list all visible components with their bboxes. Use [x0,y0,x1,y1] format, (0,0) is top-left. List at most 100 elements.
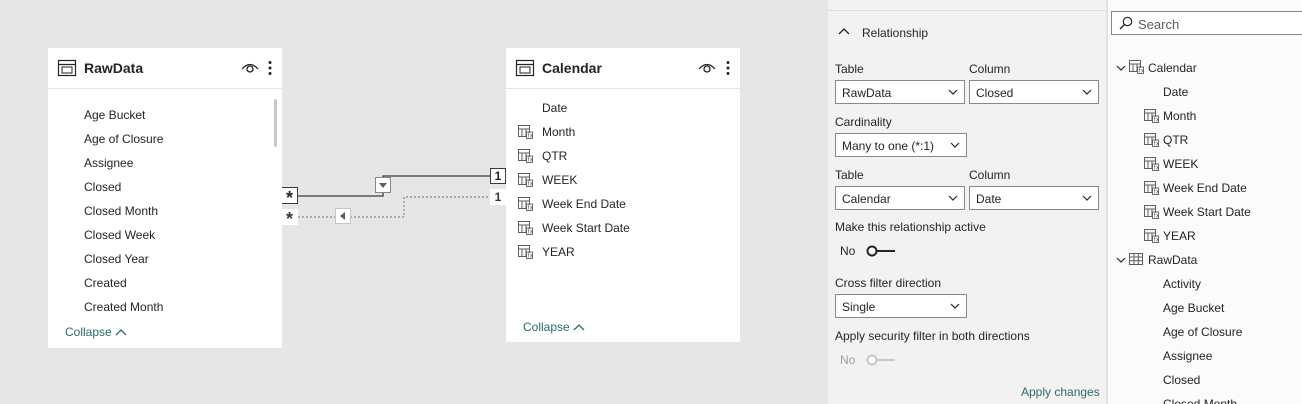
column2-dropdown[interactable]: Date [969,186,1099,210]
field-item[interactable]: fx WEEK [506,168,726,192]
field-item[interactable]: fx Week End Date [506,192,726,216]
field-item[interactable]: fx QTR [506,144,726,168]
tree-field-item[interactable]: Age of Closure [1108,320,1302,344]
table1-label: Table [835,62,864,76]
field-label: Closed [84,180,122,194]
calculated-column-icon: fx [518,125,533,139]
chevron-down-icon [1082,195,1092,201]
calendar-table-card[interactable]: Calendar Date fx Month fx QTR fx WEEK fx Week En… [506,48,740,342]
field-label: Age Bucket [84,108,146,122]
tree-table-label: Calendar [1148,61,1197,75]
field-item[interactable]: fx Week Start Date [506,216,726,240]
tree-field-item[interactable]: Age Bucket [1108,296,1302,320]
tree-field-item[interactable]: Activity [1108,272,1302,296]
chevron-down-icon [1082,89,1092,95]
tree-field-label: Assignee [1163,349,1213,363]
field-item[interactable]: Age Bucket [48,103,268,127]
field-item[interactable]: Created [48,271,268,295]
filter-direction-down-icon[interactable] [375,177,391,193]
tree-field-item[interactable]: Date [1108,80,1302,104]
field-item[interactable]: fx Month [506,120,726,144]
tree-table-rawdata[interactable]: RawData [1108,248,1302,272]
calculated-table-icon: fx [1129,60,1144,74]
calendar-field-list[interactable]: Date fx Month fx QTR fx WEEK fx Week End Date fx W… [506,96,740,276]
field-item[interactable]: Created Month [48,295,268,315]
eye-icon[interactable] [698,61,716,75]
field-label: Week Start Date [542,221,630,235]
cardinality-dropdown[interactable]: Many to one (*:1) [835,133,967,157]
calculated-column-icon: fx [1144,229,1159,243]
chevron-down-icon [948,89,958,95]
chevron-up-icon[interactable] [838,27,850,35]
field-label: Month [542,125,576,139]
tree-field-item[interactable]: fx Week Start Date [1108,200,1302,224]
column1-label: Column [969,62,1011,76]
tree-field-item[interactable]: fx Week End Date [1108,176,1302,200]
section-title[interactable]: Relationship [862,26,928,40]
tree-field-label: QTR [1163,133,1189,147]
tree-field-item[interactable]: Closed Month [1108,392,1302,404]
calculated-column-icon: fx [1144,181,1159,195]
table1-value: RawData [842,86,892,100]
field-item[interactable]: Closed [48,175,268,199]
chevron-down-icon [950,303,960,309]
field-item[interactable]: Assignee [48,151,268,175]
calculated-column-icon: fx [1144,109,1159,123]
field-item[interactable]: Closed Year [48,247,268,271]
column1-dropdown[interactable]: Closed [969,80,1099,104]
chevron-down-icon[interactable] [1116,257,1126,264]
eye-icon[interactable] [241,61,259,75]
security-toggle[interactable] [866,354,896,366]
crossfilter-label: Cross filter direction [835,276,942,290]
calculated-column-icon: fx [518,149,533,163]
security-label: Apply security filter in both directions [835,329,1030,343]
field-item[interactable]: Date [506,96,726,120]
chevron-down-icon [948,195,958,201]
field-item[interactable]: fx YEAR [506,240,726,264]
rawdata-table-card[interactable]: RawData Age Bucket Age of Closure Assignee… [48,48,282,348]
apply-changes-button[interactable]: Apply changes [1021,385,1100,399]
chevron-down-icon [950,142,960,148]
svg-text:fx: fx [528,253,533,259]
svg-text:fx: fx [528,229,533,235]
scrollbar-thumb[interactable] [274,99,277,147]
active-toggle[interactable] [866,245,896,257]
tree-field-item[interactable]: fx YEAR [1108,224,1302,248]
filter-direction-left-icon[interactable] [335,208,351,224]
more-options-icon[interactable] [267,60,273,76]
collapse-button[interactable]: Collapse [523,320,585,334]
table1-dropdown[interactable]: RawData [835,80,965,104]
field-label: WEEK [542,173,578,187]
relationship-one-marker-active: 1 [490,168,506,184]
tree-field-item[interactable]: Closed [1108,368,1302,392]
chevron-down-icon[interactable] [1116,65,1126,72]
divider [828,10,1106,11]
calculated-column-icon: fx [1144,205,1159,219]
search-input[interactable]: Search [1111,11,1302,35]
relationship-one-marker-inactive: 1 [490,189,506,205]
tree-field-item[interactable]: fx WEEK [1108,152,1302,176]
crossfilter-dropdown[interactable]: Single [835,294,967,318]
tree-field-label: WEEK [1163,157,1199,171]
tree-table-calendar[interactable]: fx Calendar [1108,56,1302,80]
field-label: Closed Month [84,204,159,218]
column1-value: Closed [976,86,1014,100]
rawdata-field-list[interactable]: Age Bucket Age of Closure Assignee Closed Cl… [48,89,282,315]
tree-field-item[interactable]: fx QTR [1108,128,1302,152]
tree-field-item[interactable]: Assignee [1108,344,1302,368]
table-icon [515,59,535,77]
table2-dropdown[interactable]: Calendar [835,186,965,210]
rawdata-card-header: RawData [48,48,282,89]
field-item[interactable]: Closed Month [48,199,268,223]
calculated-column-icon: fx [518,197,533,211]
collapse-button[interactable]: Collapse [65,325,127,339]
more-options-icon[interactable] [725,60,731,76]
table2-value: Calendar [842,192,891,206]
field-item[interactable]: Closed Week [48,223,268,247]
field-item[interactable]: Age of Closure [48,127,268,151]
tree-field-item[interactable]: fx Month [1108,104,1302,128]
svg-text:fx: fx [528,205,533,211]
active-label: Make this relationship active [835,220,986,234]
tree-field-label: Week Start Date [1163,205,1251,219]
calculated-column-icon: fx [1144,157,1159,171]
